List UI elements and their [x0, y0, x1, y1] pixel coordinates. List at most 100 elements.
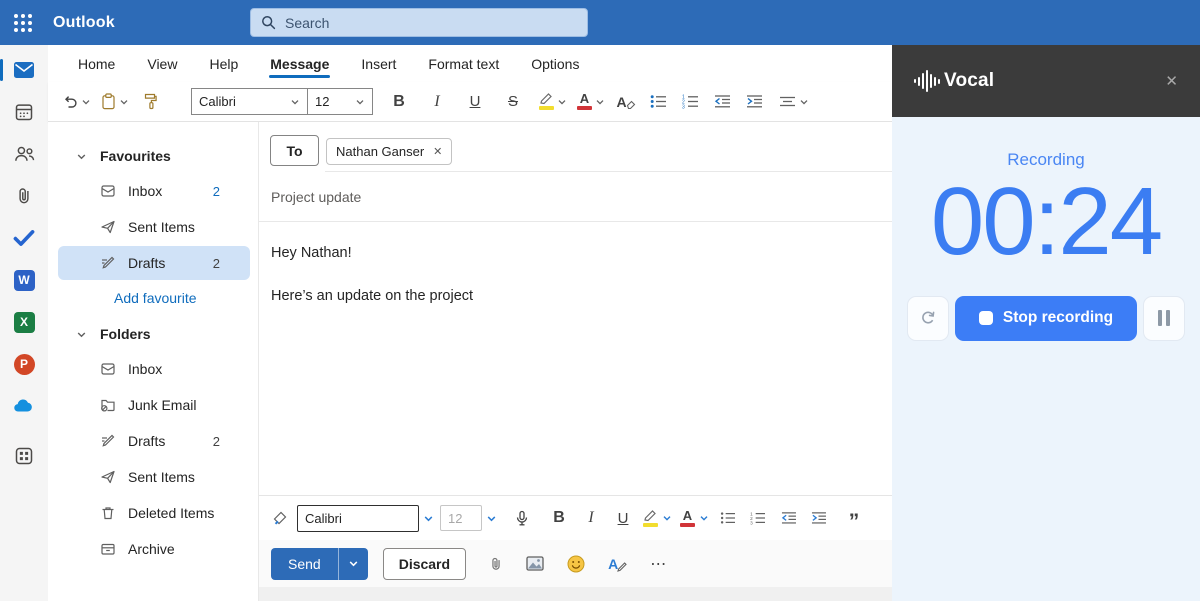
font-name-input[interactable]: Calibri	[297, 505, 419, 532]
italic-button[interactable]: I	[425, 87, 449, 117]
favourite-inbox-label: Inbox	[128, 183, 162, 199]
vocal-logo: Vocal	[914, 70, 994, 92]
folders-header[interactable]: Folders	[48, 318, 258, 350]
folder-junk-email[interactable]: Junk Email	[58, 388, 250, 422]
pause-recording-button[interactable]	[1143, 296, 1185, 341]
outdent-button[interactable]	[777, 503, 799, 533]
insert-image-button[interactable]	[526, 556, 544, 571]
chevron-down-icon	[290, 98, 300, 106]
favourites-label: Favourites	[100, 148, 171, 164]
strikethrough-button[interactable]: S	[501, 87, 525, 117]
rail-excel-button[interactable]: X	[11, 310, 37, 334]
tab-help[interactable]: Help	[207, 47, 240, 81]
numbered-list-button[interactable]: 123	[679, 87, 701, 117]
favourite-inbox[interactable]: Inbox 2	[58, 174, 250, 208]
search-input[interactable]	[285, 15, 577, 31]
send-button[interactable]: Send	[271, 548, 338, 580]
stop-recording-button[interactable]: Stop recording	[955, 296, 1137, 341]
add-favourite-link[interactable]: Add favourite	[48, 282, 258, 314]
subject-field[interactable]: Project update	[259, 172, 892, 222]
favourites-header[interactable]: Favourites	[48, 140, 258, 172]
rail-todo-button[interactable]	[11, 226, 37, 250]
rail-calendar-button[interactable]	[11, 100, 37, 124]
signature-button[interactable]: A	[608, 556, 627, 572]
recipient-pill[interactable]: Nathan Ganser ✕	[326, 138, 452, 165]
indent-button[interactable]	[743, 87, 765, 117]
search-box[interactable]	[250, 8, 588, 37]
font-size-input[interactable]: 12	[440, 505, 482, 531]
chevron-down-icon	[595, 98, 605, 106]
tab-insert[interactable]: Insert	[359, 47, 398, 81]
indent-button[interactable]	[807, 503, 829, 533]
chevron-down-icon	[799, 98, 809, 106]
tab-options[interactable]: Options	[529, 47, 581, 81]
rail-attachments-button[interactable]	[11, 184, 37, 208]
format-painter-button[interactable]	[139, 87, 161, 117]
outdent-button[interactable]	[711, 87, 733, 117]
font-size-value: 12	[448, 511, 462, 526]
dictate-button[interactable]	[511, 503, 533, 533]
trash-icon	[100, 505, 116, 521]
message-body-editor[interactable]: Hey Nathan! Here’s an update on the proj…	[259, 222, 892, 495]
bold-button[interactable]: B	[387, 87, 411, 117]
folder-inbox[interactable]: Inbox	[58, 352, 250, 386]
bullet-list-button[interactable]	[647, 87, 669, 117]
font-size-select[interactable]: 12	[307, 88, 373, 115]
folder-deleted-items[interactable]: Deleted Items	[58, 496, 250, 530]
rail-more-apps-button[interactable]	[11, 444, 37, 468]
favourite-drafts[interactable]: Drafts 2	[58, 246, 250, 280]
attach-file-button[interactable]	[489, 555, 503, 573]
chevron-down-icon[interactable]	[486, 514, 497, 523]
format-painter-icon	[143, 93, 157, 110]
paste-button[interactable]	[101, 87, 129, 117]
close-panel-button[interactable]: ✕	[1165, 72, 1178, 90]
emoji-button[interactable]	[567, 555, 585, 573]
rail-mail-button[interactable]	[11, 58, 37, 82]
discard-button[interactable]: Discard	[383, 548, 466, 580]
rail-powerpoint-button[interactable]: P	[11, 352, 37, 376]
tab-home[interactable]: Home	[76, 47, 117, 81]
inbox-icon	[100, 183, 116, 199]
font-color-icon: A	[577, 93, 592, 110]
highlight-button[interactable]	[643, 503, 672, 533]
recording-controls: Stop recording	[892, 296, 1200, 341]
italic-button[interactable]: I	[579, 503, 603, 533]
numbered-list-button[interactable]: 123	[747, 503, 769, 533]
highlight-button[interactable]	[539, 87, 567, 117]
clear-formatting-button[interactable]: A	[615, 87, 637, 117]
remove-recipient-icon[interactable]: ✕	[433, 145, 442, 158]
to-button[interactable]: To	[270, 135, 319, 166]
font-name-select[interactable]: Calibri	[191, 88, 307, 115]
chevron-down-icon[interactable]	[423, 514, 434, 523]
favourite-sent-items[interactable]: Sent Items	[58, 210, 250, 244]
search-icon	[261, 15, 276, 30]
blockquote-button[interactable]: ”	[843, 503, 865, 533]
app-title: Outlook	[53, 14, 115, 32]
tab-view[interactable]: View	[145, 47, 179, 81]
restart-recording-button[interactable]	[907, 296, 949, 341]
recording-timer: 00:24	[892, 170, 1200, 274]
underline-button[interactable]: U	[611, 503, 635, 533]
font-color-button[interactable]: A	[680, 503, 709, 533]
archive-icon	[100, 541, 116, 557]
bold-button[interactable]: B	[547, 503, 571, 533]
more-options-button[interactable]: ⋯	[650, 554, 667, 574]
app-launcher-button[interactable]	[0, 0, 46, 45]
folder-drafts[interactable]: Drafts 2	[58, 424, 250, 458]
rail-onedrive-button[interactable]	[11, 394, 37, 418]
folder-sent-items[interactable]: Sent Items	[58, 460, 250, 494]
underline-button[interactable]: U	[463, 87, 487, 117]
tab-message[interactable]: Message	[268, 47, 331, 81]
font-color-button[interactable]: A	[577, 87, 605, 117]
rail-people-button[interactable]	[11, 142, 37, 166]
undo-button[interactable]	[62, 87, 91, 117]
send-options-button[interactable]	[338, 548, 368, 580]
align-button[interactable]	[779, 87, 809, 117]
format-painter-button[interactable]	[269, 503, 291, 533]
highlighter-icon	[643, 510, 658, 527]
folder-archive[interactable]: Archive	[58, 532, 250, 566]
vocal-panel: Vocal ✕ Recording 00:24 Stop recording	[892, 45, 1200, 601]
rail-word-button[interactable]: W	[11, 268, 37, 292]
bullet-list-button[interactable]	[717, 503, 739, 533]
tab-format-text[interactable]: Format text	[426, 47, 501, 81]
